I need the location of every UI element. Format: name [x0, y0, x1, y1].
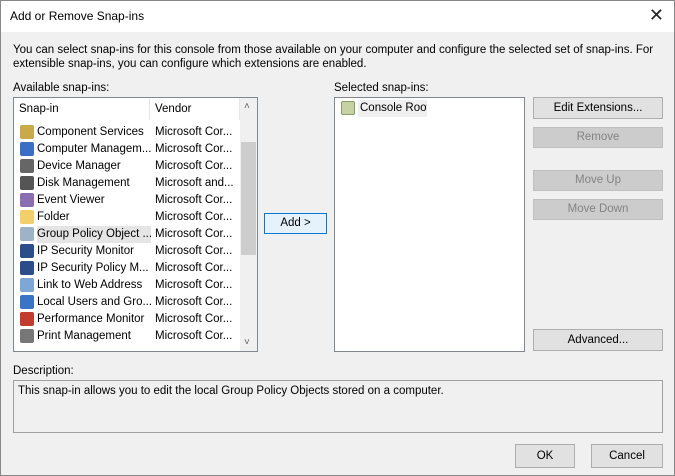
- snapin-row[interactable]: Group Policy Object ... Microsoft Cor...: [18, 226, 253, 243]
- intro-text: You can select snap-ins for this console…: [13, 44, 654, 70]
- close-icon[interactable]: ✕: [649, 5, 664, 26]
- snapin-row[interactable]: Component Services Microsoft Cor...: [18, 124, 253, 141]
- snapin-row[interactable]: Print Management Microsoft Cor...: [18, 328, 253, 345]
- description-text: This snap-in allows you to edit the loca…: [18, 385, 444, 397]
- gear-icon: [20, 125, 34, 139]
- column-header-snapin[interactable]: Snap-in: [14, 98, 150, 120]
- printer-icon: [20, 329, 34, 343]
- snapin-row[interactable]: Performance Monitor Microsoft Cor...: [18, 311, 253, 328]
- ip-security-icon: [20, 261, 34, 275]
- performance-icon: [20, 312, 34, 326]
- column-header-vendor[interactable]: Vendor: [150, 98, 240, 120]
- snapin-row[interactable]: Disk Management Microsoft and...: [18, 175, 253, 192]
- users-icon: [20, 295, 34, 309]
- ip-security-icon: [20, 244, 34, 258]
- device-icon: [20, 159, 34, 173]
- snapin-row[interactable]: Computer Managem... Microsoft Cor...: [18, 141, 253, 158]
- policy-scroll-icon: [20, 227, 34, 241]
- folder-icon: [341, 101, 355, 115]
- web-link-icon: [20, 278, 34, 292]
- selected-label: Selected snap-ins:: [334, 82, 429, 94]
- disk-icon: [20, 176, 34, 190]
- cancel-button[interactable]: Cancel: [591, 444, 663, 468]
- snapins-dialog: Add or Remove Snap-ins ✕ You can select …: [0, 0, 675, 476]
- snapin-row[interactable]: Device Manager Microsoft Cor...: [18, 158, 253, 175]
- move-up-button[interactable]: Move Up: [533, 170, 663, 191]
- available-snapins-list[interactable]: Snap-in Vendor Component Services Microso…: [13, 97, 258, 352]
- advanced-button[interactable]: Advanced...: [533, 329, 663, 351]
- snapin-row[interactable]: Link to Web Address Microsoft Cor...: [18, 277, 253, 294]
- computer-icon: [20, 142, 34, 156]
- add-button[interactable]: Add >: [264, 213, 327, 234]
- available-label: Available snap-ins:: [13, 82, 110, 94]
- event-log-icon: [20, 193, 34, 207]
- selected-snapins-list[interactable]: Console Root: [334, 97, 525, 352]
- ok-button[interactable]: OK: [515, 444, 575, 468]
- scroll-up-icon[interactable]: ˄: [244, 101, 250, 112]
- snapin-row[interactable]: Folder Microsoft Cor...: [18, 209, 253, 226]
- description-box: This snap-in allows you to edit the loca…: [13, 380, 663, 433]
- move-down-button[interactable]: Move Down: [533, 199, 663, 220]
- folder-icon: [20, 210, 34, 224]
- edit-extensions-button[interactable]: Edit Extensions...: [533, 97, 663, 119]
- dialog-title: Add or Remove Snap-ins: [10, 9, 145, 23]
- remove-button[interactable]: Remove: [533, 127, 663, 148]
- scrollbar[interactable]: ˄ ˅: [240, 98, 257, 351]
- scroll-thumb[interactable]: [241, 142, 256, 255]
- snapin-row[interactable]: IP Security Monitor Microsoft Cor...: [18, 243, 253, 260]
- title-bar: Add or Remove Snap-ins ✕: [1, 1, 674, 32]
- snapin-row[interactable]: Local Users and Gro... Microsoft Cor...: [18, 294, 253, 311]
- snapin-row[interactable]: IP Security Policy M... Microsoft Cor...: [18, 260, 253, 277]
- description-label: Description:: [13, 365, 74, 377]
- scroll-down-icon[interactable]: ˅: [244, 337, 250, 348]
- snapin-row[interactable]: Event Viewer Microsoft Cor...: [18, 192, 253, 209]
